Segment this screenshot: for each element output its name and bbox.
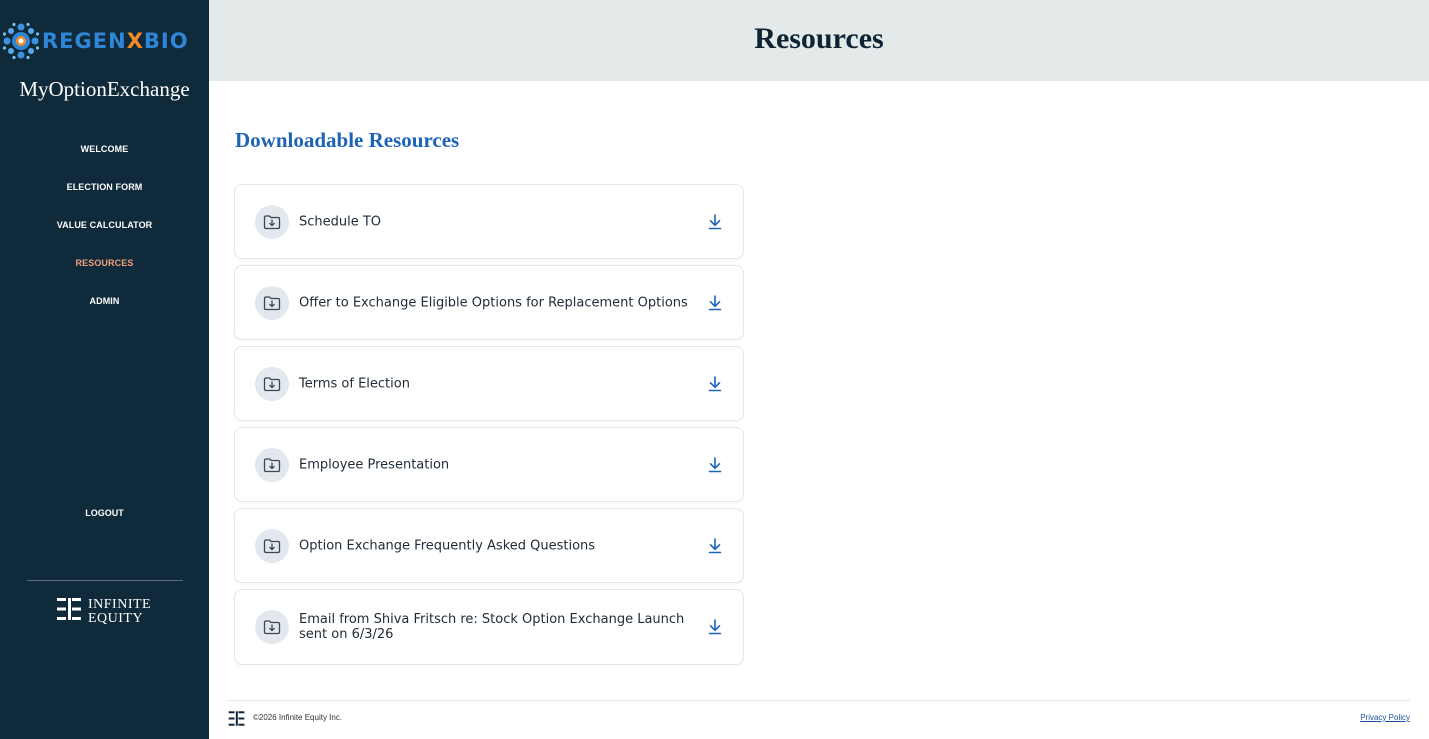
folder-download-icon	[255, 367, 289, 401]
download-arrow-icon[interactable]	[707, 618, 723, 636]
download-arrow-icon[interactable]	[707, 294, 723, 312]
infinite-equity-logo-icon	[56, 596, 82, 627]
sidebar-nav: WELCOME ELECTION FORM VALUE CALCULATOR R…	[0, 140, 209, 330]
brand-logo[interactable]: REGENXBIO	[2, 22, 207, 60]
infinite-equity-logo: INFINITE EQUITY	[56, 596, 151, 627]
app-title: MyOptionExchange	[19, 77, 190, 101]
resource-item-launch-email[interactable]: Email from Shiva Fritsch re: Stock Optio…	[234, 589, 744, 665]
infinite-equity-wordmark: INFINITE EQUITY	[88, 596, 152, 626]
infinite-equity-logo-icon	[228, 710, 245, 732]
sidebar-item-resources[interactable]: RESOURCES	[0, 254, 209, 292]
folder-download-icon	[255, 448, 289, 482]
download-arrow-icon[interactable]	[707, 375, 723, 393]
resource-item-schedule-to[interactable]: Schedule TO	[234, 184, 744, 259]
resource-item-employee-presentation[interactable]: Employee Presentation	[234, 427, 744, 502]
sidebar-item-welcome[interactable]: WELCOME	[0, 140, 209, 178]
page-title: Resources	[754, 22, 884, 55]
folder-download-icon	[255, 286, 289, 320]
footer-copyright: ©2026 Infinite Equity Inc.	[253, 713, 343, 722]
resource-label: Offer to Exchange Eligible Options for R…	[299, 295, 688, 310]
resource-item-terms-of-election[interactable]: Terms of Election	[234, 346, 744, 421]
sidebar-item-election-form[interactable]: ELECTION FORM	[0, 178, 209, 216]
download-arrow-icon[interactable]	[707, 456, 723, 474]
resource-label: Email from Shiva Fritsch re: Stock Optio…	[299, 612, 685, 642]
resource-label: Employee Presentation	[299, 457, 450, 472]
page-header: Resources	[209, 0, 1429, 81]
folder-download-icon	[255, 205, 289, 239]
logout-link[interactable]: LOGOUT	[0, 508, 209, 518]
section-title: Downloadable Resources	[235, 128, 460, 152]
resource-item-faq[interactable]: Option Exchange Frequently Asked Questio…	[234, 508, 744, 583]
regenxbio-logo-icon	[2, 22, 40, 60]
sidebar-item-value-calculator[interactable]: VALUE CALCULATOR	[0, 216, 209, 254]
resource-list: Schedule TO Offer to Exchange Eligible O…	[234, 184, 744, 671]
brand-wordmark: REGENXBIO	[42, 29, 189, 53]
resource-label: Option Exchange Frequently Asked Questio…	[299, 538, 596, 553]
sidebar-divider	[27, 580, 183, 581]
privacy-policy-link[interactable]: Privacy Policy	[1360, 713, 1410, 722]
sidebar-item-admin[interactable]: ADMIN	[0, 292, 209, 330]
folder-download-icon	[255, 610, 289, 644]
download-arrow-icon[interactable]	[707, 537, 723, 555]
folder-download-icon	[255, 529, 289, 563]
footer-divider	[228, 700, 1410, 701]
resource-item-offer-to-exchange[interactable]: Offer to Exchange Eligible Options for R…	[234, 265, 744, 340]
sidebar: REGENXBIO MyOptionExchange WELCOME ELECT…	[0, 0, 209, 739]
download-arrow-icon[interactable]	[707, 213, 723, 231]
resource-label: Terms of Election	[299, 376, 410, 391]
resource-label: Schedule TO	[299, 214, 382, 229]
